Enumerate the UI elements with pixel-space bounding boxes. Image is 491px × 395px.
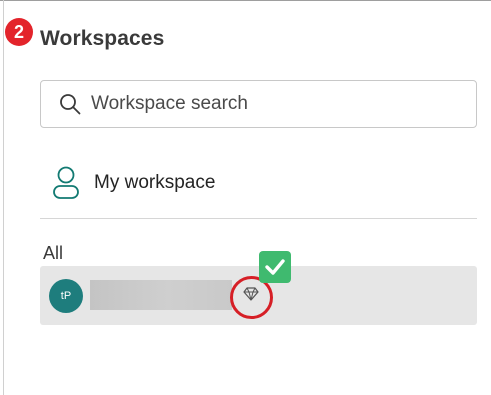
my-workspace-item[interactable]: My workspace — [52, 163, 215, 203]
section-divider — [40, 218, 477, 219]
top-border — [0, 0, 491, 1]
all-section-label: All — [43, 243, 64, 263]
workspace-name-redacted — [90, 280, 232, 310]
left-border — [3, 0, 4, 395]
checkmark-icon — [259, 251, 291, 283]
search-box[interactable] — [40, 80, 477, 128]
person-icon — [52, 166, 80, 200]
search-input[interactable] — [91, 93, 451, 115]
workspace-avatar: tP — [49, 279, 83, 313]
search-icon — [59, 93, 81, 115]
my-workspace-label: My workspace — [94, 172, 216, 193]
step-number-badge: 2 — [5, 18, 33, 46]
panel-title: Workspaces — [40, 27, 165, 50]
workspaces-panel: 2 Workspaces My workspace All tP — [0, 0, 491, 395]
